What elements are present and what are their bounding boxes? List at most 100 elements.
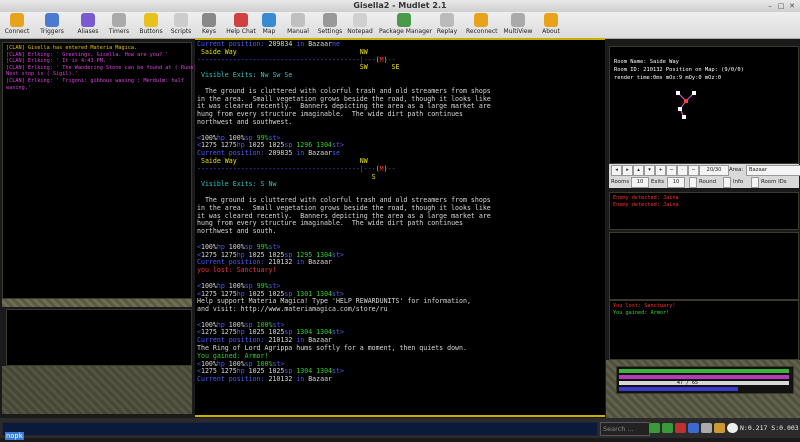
toolbar-button-multiview[interactable]: MultiView (501, 13, 535, 37)
console-text: hung from every structure imaginable. Th… (197, 219, 463, 228)
console-text: 209835 (268, 149, 293, 158)
console-text: hp (216, 320, 229, 329)
console-text: st> (332, 289, 344, 298)
toolbar-button-scripts[interactable]: Scripts (168, 13, 194, 37)
console-text: Visible Exits: (197, 180, 261, 189)
map-pan-left-button[interactable]: ◂ (611, 165, 622, 176)
toolbar-button-notepad[interactable]: Notepad (346, 13, 374, 37)
map-room-ids-label: Room IDs (761, 179, 787, 185)
chat-line: [CLAN] Erlking: ' The Wandering Stone ca… (6, 64, 200, 71)
console-text: in the area. Small vegetation grows besi… (197, 203, 491, 212)
console-line: and visit: http://www.materiamagica.com/… (197, 305, 603, 314)
console-text: 1304 1304 (296, 328, 333, 337)
console-text: 100% (228, 359, 245, 368)
toolbar-button-about[interactable]: About (540, 13, 562, 37)
console-text: 1275 1275 (200, 141, 237, 150)
map-zoom-value[interactable]: 20/30 (699, 165, 729, 176)
map-area-select[interactable]: Bazaar (746, 165, 800, 176)
map-room[interactable] (682, 115, 686, 119)
toolbar-button-reconnect[interactable]: Reconnect (466, 13, 498, 37)
stop-icon[interactable] (675, 423, 686, 433)
log-icon[interactable] (701, 423, 712, 433)
timers-icon (112, 13, 126, 27)
network-icon (727, 423, 738, 433)
replay-icon (440, 13, 454, 27)
console-text: Bazaar (308, 40, 333, 48)
timestamp-icon[interactable] (688, 423, 699, 433)
close-icon[interactable]: ✕ (788, 2, 796, 10)
console-text: 100% (228, 281, 245, 290)
toolbar-button-map[interactable]: Map (258, 13, 280, 37)
console-text: ----------------------------------------… (197, 55, 372, 64)
console-text: Bazaar (308, 375, 333, 384)
toolbar-button-label: Aliases (77, 28, 99, 35)
console-text: in (292, 375, 309, 384)
console-text: northwest and south. (197, 227, 277, 236)
console-text: and visit: http://www.materiamagica.com/… (197, 305, 388, 314)
console-text: you lost: (197, 266, 237, 275)
console-text: Sanctuary! (236, 266, 277, 275)
map-room-ids-checkbox[interactable] (751, 177, 759, 188)
emergency-stop-icon[interactable] (714, 423, 725, 433)
map-room[interactable] (692, 91, 696, 95)
command-input[interactable]: nopk (2, 422, 598, 440)
toolbar-button-keys[interactable]: Keys (199, 13, 219, 37)
console-text: sp (284, 250, 297, 259)
scroll-down-icon[interactable] (662, 423, 673, 433)
toolbar-button-timers[interactable]: Timers (106, 13, 132, 37)
map-rooms-value[interactable]: 10 (631, 177, 649, 188)
console-text: st> (332, 141, 344, 150)
toolbar-button-help-chat[interactable]: Help Chat (226, 13, 256, 37)
main-bottom-border (195, 415, 605, 417)
toolbar-button-buttons[interactable]: Buttons (138, 13, 164, 37)
console-text: sp (244, 242, 257, 251)
map-info-checkbox[interactable] (723, 177, 731, 188)
minimize-icon[interactable]: – (766, 2, 774, 10)
reconnect-icon (474, 13, 488, 27)
console-text: in (292, 149, 309, 158)
left-bottom-decoration (2, 366, 192, 414)
map-room-current[interactable] (684, 99, 688, 103)
exp-bar (619, 387, 738, 391)
console-text: 99% (256, 281, 269, 290)
console-text: 1275 1275 (200, 367, 237, 376)
map-pan-right-button[interactable]: ▸ (622, 165, 633, 176)
chat-line: [CLAN] Gisella has entered Materia Magic… (6, 45, 138, 51)
toolbar-button-settings[interactable]: Settings (316, 13, 344, 37)
console-text: hp (216, 133, 229, 142)
toolbar-button-manual[interactable]: Manual (286, 13, 310, 37)
console-text: hp (216, 281, 229, 290)
map-center-button[interactable]: · (677, 165, 688, 176)
affect-line: You lost: Sanctuary! (613, 303, 676, 309)
map-room[interactable] (678, 107, 682, 111)
console-text: 1025 1025 (248, 328, 285, 337)
console-text: hp (236, 250, 249, 259)
search-input[interactable]: Search ... (600, 422, 650, 436)
enemy-line: Enemy detected: Jaina (613, 201, 679, 208)
map-exits-value[interactable]: 10 (667, 177, 685, 188)
map-level-down-button[interactable]: − (666, 165, 677, 176)
toolbar-button-triggers[interactable]: Triggers (36, 13, 68, 37)
map-pan-up-button[interactable]: ▴ (633, 165, 644, 176)
toolbar-button-replay[interactable]: Replay (433, 13, 461, 37)
map-room[interactable] (676, 91, 680, 95)
status-bars: 47 / 65 (616, 366, 794, 394)
toolbar-button-package-manager[interactable]: Package Manager (379, 13, 432, 37)
console-text: 1025 1025 (248, 250, 285, 259)
console-line: Visible Exits: S Nw (197, 180, 603, 189)
maximize-icon[interactable]: □ (777, 2, 785, 10)
toolbar-button-connect[interactable]: Connect (4, 13, 30, 37)
toolbar-button-label: Connect (4, 28, 30, 35)
toolbar-button-aliases[interactable]: Aliases (74, 13, 102, 37)
console-text: hp (236, 367, 249, 376)
scroll-up-icon[interactable] (649, 423, 660, 433)
console-line: Current position: 210132 in Bazaar (197, 375, 603, 384)
console-text: st> (332, 250, 344, 259)
multiview-icon (511, 13, 525, 27)
map-zoom-out-button[interactable]: − (688, 165, 699, 176)
console-line: northwest and south. (197, 227, 603, 236)
map-round-checkbox[interactable] (689, 177, 697, 188)
map-pan-down-button[interactable]: ▾ (644, 165, 655, 176)
console-text: Bazaar (308, 336, 333, 345)
map-level-up-button[interactable]: + (655, 165, 666, 176)
